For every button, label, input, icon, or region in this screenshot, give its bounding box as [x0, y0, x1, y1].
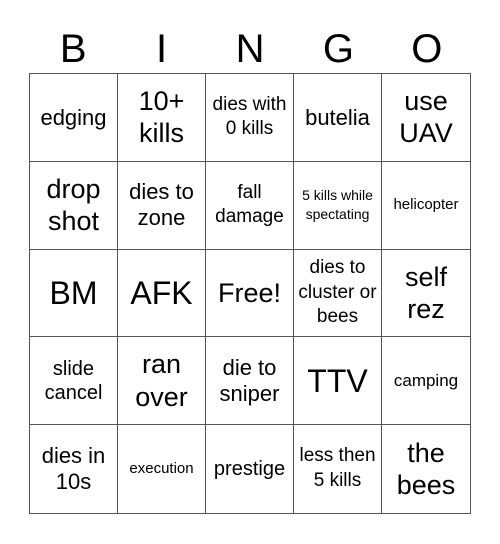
bingo-cell[interactable]: camping [382, 337, 470, 426]
bingo-cell[interactable]: TTV [294, 337, 382, 426]
bingo-cell[interactable]: fall damage [206, 161, 294, 250]
bingo-cell[interactable]: BM [30, 249, 118, 338]
bingo-cell[interactable]: ran over [118, 337, 206, 426]
bingo-cell[interactable]: die to sniper [206, 337, 294, 426]
bingo-cell[interactable]: prestige [206, 425, 294, 513]
bingo-cell[interactable]: dies with 0 kills [206, 74, 294, 162]
header-letter-b: B [59, 27, 87, 71]
bingo-cell[interactable]: 10+ kills [118, 74, 206, 162]
bingo-cell[interactable]: AFK [118, 249, 206, 338]
bingo-cell free-space[interactable]: Free! [206, 249, 294, 338]
bingo-header: B I N G O [29, 24, 471, 74]
bingo-grid: edging 10+ kills dies with 0 kills butel… [29, 73, 471, 514]
bingo-cell[interactable]: 5 kills while spectating [294, 161, 382, 250]
header-letter-g: G [322, 27, 354, 71]
bingo-cell[interactable]: execution [118, 425, 206, 513]
bingo-cell[interactable]: dies to cluster or bees [294, 249, 382, 338]
header-letter-o: O [411, 27, 443, 71]
bingo-cell[interactable]: slide cancel [30, 337, 118, 426]
bingo-cell[interactable]: drop shot [30, 161, 118, 250]
bingo-cell[interactable]: use UAV [382, 74, 470, 162]
bingo-cell[interactable]: butelia [294, 74, 382, 162]
bingo-cell[interactable]: dies to zone [118, 161, 206, 250]
bingo-cell[interactable]: helicopter [382, 162, 470, 250]
header-letter-n: N [235, 27, 265, 71]
bingo-cell[interactable]: dies in 10s [30, 425, 118, 513]
bingo-cell[interactable]: the bees [382, 425, 470, 513]
header-letter-i: I [156, 27, 168, 71]
bingo-cell[interactable]: edging [30, 74, 118, 162]
bingo-cell[interactable]: less then 5 kills [294, 425, 382, 513]
bingo-cell[interactable]: self rez [382, 250, 470, 338]
